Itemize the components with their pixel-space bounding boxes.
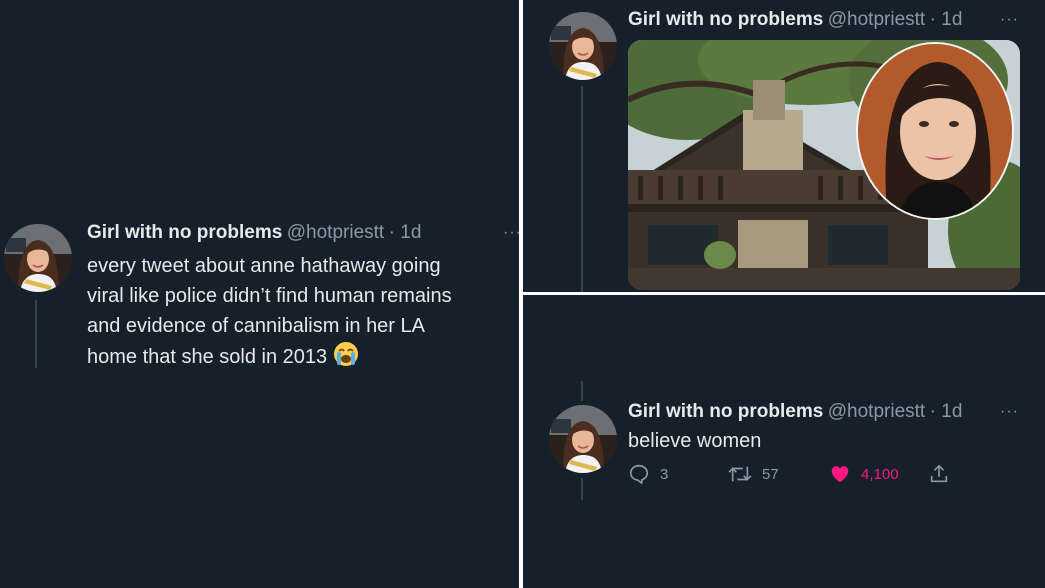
tweet-header: Girl with no problems @hotpriestt · 1d — [628, 401, 962, 423]
thread-line — [581, 478, 583, 500]
tweet-text: believe women — [628, 430, 762, 452]
retweet-count: 57 — [762, 465, 779, 483]
timestamp[interactable]: · 1d — [930, 9, 963, 30]
timestamp[interactable]: · 1d — [389, 222, 422, 243]
more-icon[interactable]: ··· — [1000, 403, 1019, 421]
portrait-photo — [858, 44, 1012, 218]
tweet-header: Girl with no problems @hotpriestt · 1d — [628, 9, 962, 31]
handle[interactable]: @hotpriestt — [828, 9, 925, 30]
handle[interactable]: @hotpriestt — [828, 401, 925, 422]
avatar-image — [549, 405, 617, 473]
more-icon[interactable]: ··· — [1000, 11, 1019, 29]
reply-count: 3 — [660, 465, 669, 483]
crying-emoji — [333, 341, 359, 376]
tweet-text-line: home that she sold in 2013 — [87, 341, 512, 376]
share-button[interactable] — [928, 463, 950, 485]
timestamp[interactable]: · 1d — [930, 401, 963, 422]
retweet-icon — [728, 466, 752, 482]
portrait-inset — [856, 42, 1014, 220]
thread-line — [35, 300, 37, 368]
retweet-button[interactable]: 57 — [728, 463, 779, 485]
like-icon — [831, 466, 849, 483]
tweet-header: Girl with no problems @hotpriestt · 1d — [87, 222, 421, 244]
avatar-image — [549, 12, 617, 80]
handle[interactable]: @hotpriestt — [287, 222, 384, 243]
display-name[interactable]: Girl with no problems — [628, 401, 823, 422]
display-name[interactable]: Girl with no problems — [87, 222, 282, 243]
display-name[interactable]: Girl with no problems — [628, 9, 823, 30]
tweet-panel-left: Girl with no problems @hotpriestt · 1d ·… — [0, 0, 519, 588]
tweet-panel-bottom-right: Girl with no problems @hotpriestt · 1d ·… — [523, 295, 1045, 588]
like-button[interactable]: 4,100 — [829, 463, 899, 485]
avatar[interactable] — [549, 405, 617, 473]
avatar-image — [4, 224, 72, 292]
tweet-media[interactable] — [628, 40, 1020, 290]
thread-line — [581, 86, 583, 292]
tweet-body: every tweet about anne hathaway going vi… — [87, 251, 512, 376]
more-icon[interactable]: ··· — [503, 224, 519, 242]
tweet-panel-top-right: Girl with no problems @hotpriestt · 1d ·… — [523, 0, 1045, 292]
share-icon — [930, 464, 948, 483]
reply-icon — [629, 464, 649, 484]
tweet-text-line: viral like police didn’t find human rema… — [87, 285, 452, 307]
avatar[interactable] — [4, 224, 72, 292]
tweet-text-line: every tweet about anne hathaway going — [87, 255, 441, 277]
tweet-text-line: and evidence of cannibalism in her LA — [87, 315, 425, 337]
like-count: 4,100 — [861, 465, 899, 483]
thread-line — [581, 381, 583, 401]
avatar[interactable] — [549, 12, 617, 80]
tweet-text-line-content: home that she sold in 2013 — [87, 346, 328, 368]
reply-button[interactable]: 3 — [628, 463, 668, 485]
